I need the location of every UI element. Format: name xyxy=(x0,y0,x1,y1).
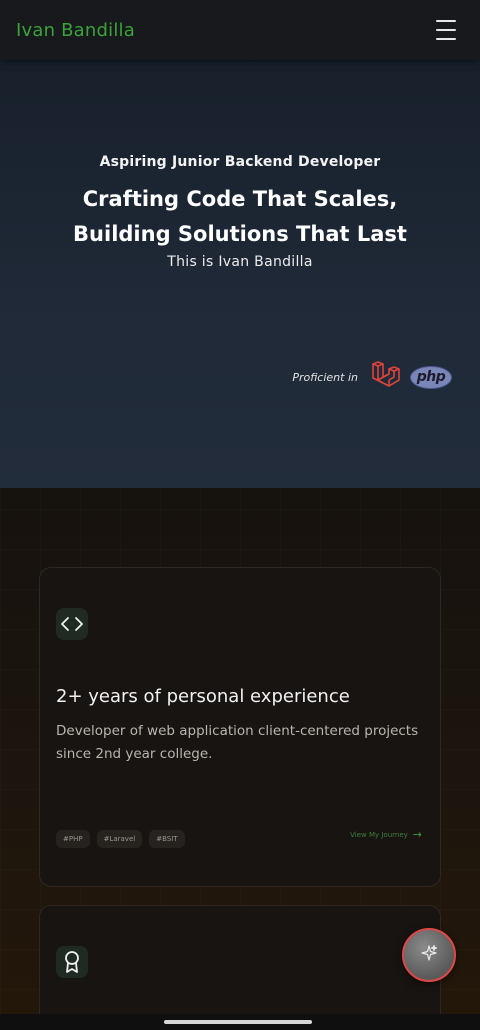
award-ribbon-icon xyxy=(56,946,88,978)
card-title: 2+ years of personal experience xyxy=(56,686,350,707)
sparkle-icon xyxy=(420,944,438,966)
proficient-label: Proficient in xyxy=(292,370,358,384)
system-navigation-bar xyxy=(0,1014,480,1030)
top-navbar: Ivan Bandilla xyxy=(0,0,480,60)
tag-bsit: #BSIT xyxy=(149,830,185,848)
view-journey-label: View My Journey xyxy=(350,830,408,839)
brand-logo-text[interactable]: Ivan Bandilla xyxy=(16,20,135,41)
code-brackets-icon xyxy=(56,608,88,640)
ai-assistant-button[interactable] xyxy=(402,928,456,982)
php-logo-text: php xyxy=(416,369,446,385)
hero-headline-line-2: Building Solutions That Last xyxy=(73,222,407,246)
view-journey-link[interactable]: View My Journey → xyxy=(350,828,422,841)
achievement-card xyxy=(39,905,441,1030)
card-description: Developer of web application client-cent… xyxy=(56,723,419,762)
tag-php: #PHP xyxy=(56,830,90,848)
hero-headline-line-1: Crafting Code That Scales, xyxy=(82,187,398,211)
laravel-logo-icon xyxy=(370,360,400,394)
tag-list: #PHP #Laravel #BSIT xyxy=(56,830,185,848)
experience-card: 2+ years of personal experience Develope… xyxy=(39,567,441,887)
home-indicator[interactable] xyxy=(164,1020,312,1024)
hero-kicker: Aspiring Junior Backend Developer xyxy=(99,154,381,170)
arrow-right-icon: → xyxy=(412,828,422,841)
hero-section: Aspiring Junior Backend Developer Crafti… xyxy=(0,60,480,488)
hero-headline: Crafting Code That Scales, Building Solu… xyxy=(0,182,480,252)
hamburger-menu-icon[interactable] xyxy=(436,20,460,40)
tag-laravel: #Laravel xyxy=(96,830,143,848)
proficient-in-row: Proficient in php xyxy=(292,360,452,394)
hero-subtitle: This is Ivan Bandilla xyxy=(167,254,313,270)
php-logo: php xyxy=(410,365,452,389)
